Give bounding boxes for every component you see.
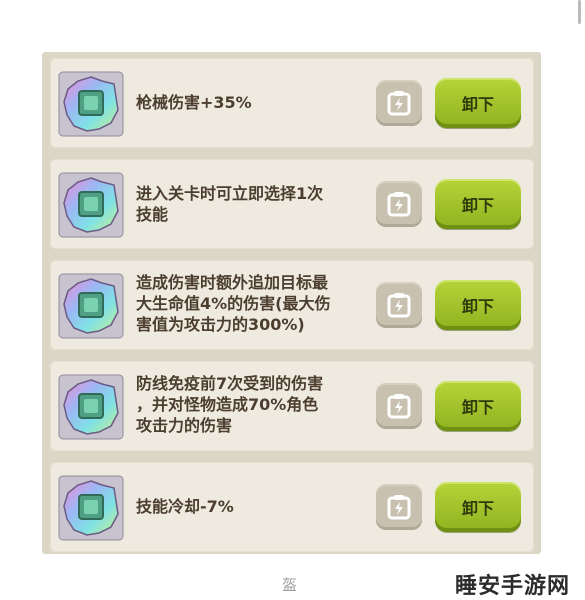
scrollbar-fragment	[578, 0, 581, 24]
item-description: 进入关卡时可立即选择1次 技能	[136, 184, 324, 224]
lock-icon	[387, 293, 411, 318]
lock-button[interactable]	[376, 383, 422, 429]
lock-button[interactable]	[376, 181, 422, 227]
lock-button[interactable]	[376, 484, 422, 530]
lock-button[interactable]	[376, 282, 422, 328]
lock-button[interactable]	[376, 80, 422, 126]
item-description: 造成伤害时额外追加目标最 大生命值4%的伤害(最大伤 害值为攻击力的300%)	[136, 273, 331, 334]
item-description: 枪械伤害+35%	[136, 93, 252, 112]
gem-icon	[58, 71, 124, 137]
footer-char: 盔	[282, 576, 298, 594]
item-description: 技能冷却-7%	[136, 497, 234, 516]
lock-icon	[387, 192, 411, 217]
unequip-button[interactable]: 卸下	[435, 179, 521, 229]
unequip-button[interactable]: 卸下	[435, 78, 521, 128]
gem-icon	[58, 475, 124, 541]
lock-icon	[387, 495, 411, 520]
unequip-button[interactable]: 卸下	[435, 280, 521, 330]
unequip-button[interactable]: 卸下	[435, 381, 521, 431]
watermark-logo: 睡安手游网	[455, 574, 571, 599]
list-item: 造成伤害时额外追加目标最 大生命值4%的伤害(最大伤 害值为攻击力的300%) …	[50, 260, 534, 350]
gem-icon	[58, 273, 124, 339]
gem-icon	[58, 374, 124, 440]
unequip-button[interactable]: 卸下	[435, 482, 521, 532]
gem-icon	[58, 172, 124, 238]
list-item: 进入关卡时可立即选择1次 技能 卸下	[50, 159, 534, 249]
lock-icon	[387, 394, 411, 419]
list-item: 枪械伤害+35% 卸下	[50, 58, 534, 148]
list-item: 防线免疫前7次受到的伤害 ，并对怪物造成70%角色 攻击力的伤害 卸下	[50, 361, 534, 451]
item-description: 防线免疫前7次受到的伤害 ，并对怪物造成70%角色 攻击力的伤害	[136, 374, 324, 435]
lock-icon	[387, 91, 411, 116]
list-item: 技能冷却-7% 卸下	[50, 462, 534, 552]
